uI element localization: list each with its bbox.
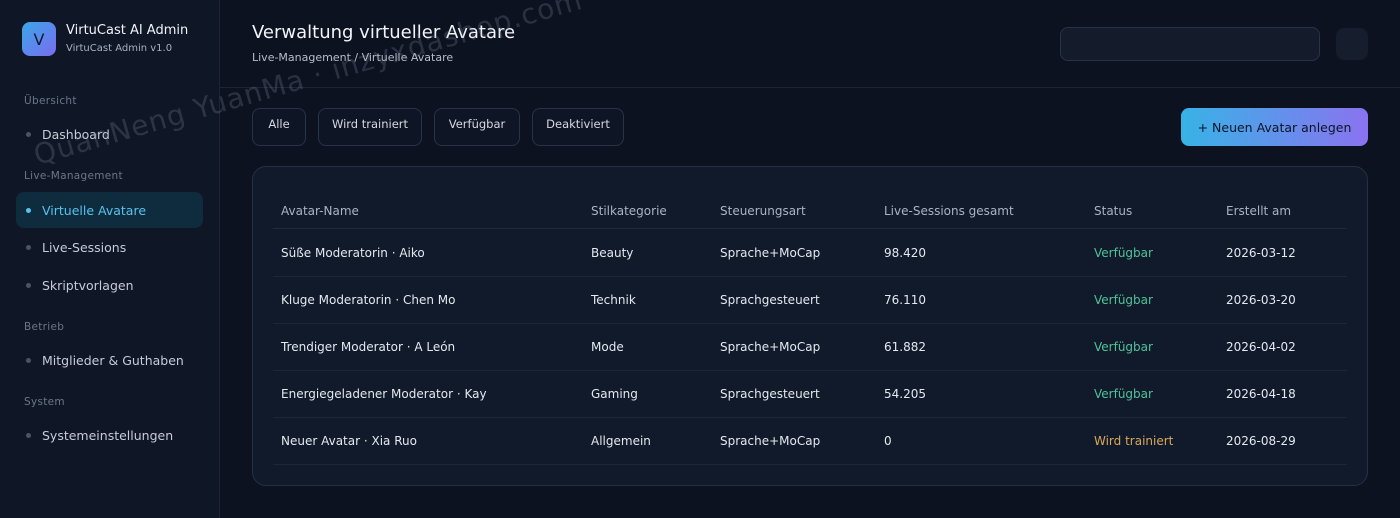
- avatar-table: Avatar-Name Stilkategorie Steuerungsart …: [252, 166, 1368, 486]
- sidebar-item-label: Dashboard: [42, 126, 110, 142]
- table-header: Avatar-Name Stilkategorie Steuerungsart …: [273, 193, 1347, 229]
- column-header[interactable]: Stilkategorie: [591, 204, 667, 218]
- app-root: V VirtuCast AI Admin VirtuCast Admin v1.…: [0, 0, 1400, 518]
- cell-avatar-name: Neuer Avatar · Xia Ruo: [281, 434, 417, 448]
- table-row[interactable]: Neuer Avatar · Xia Ruo Allgemein Sprache…: [273, 418, 1347, 465]
- cell-sessions: 98.420: [884, 246, 926, 260]
- status-badge: Verfügbar: [1094, 246, 1153, 260]
- sidebar-item-label: Systemeinstellungen: [42, 427, 174, 443]
- sidebar-item-label: Live-Sessions: [42, 239, 127, 255]
- nav-section-uebersicht: Übersicht: [24, 95, 77, 107]
- sidebar: V VirtuCast AI Admin VirtuCast Admin v1.…: [0, 0, 220, 518]
- filter-verfuegbar-button[interactable]: Verfügbar: [434, 108, 520, 146]
- nav-section-system: System: [24, 396, 65, 408]
- page-title: Verwaltung virtueller Avatare: [252, 22, 516, 43]
- brand-logo: V: [22, 22, 56, 56]
- status-badge: Verfügbar: [1094, 340, 1153, 354]
- cell-avatar-name: Energiegeladener Moderator · Kay: [281, 387, 487, 401]
- table-row[interactable]: Trendiger Moderator · A León Mode Sprach…: [273, 324, 1347, 371]
- cell-created: 2026-04-18: [1226, 387, 1296, 401]
- bullet-icon: [26, 357, 31, 363]
- table-row[interactable]: Süße Moderatorin · Aiko Beauty Sprache+M…: [273, 230, 1347, 277]
- search-input[interactable]: [1060, 27, 1320, 61]
- column-header[interactable]: Live-Sessions gesamt: [884, 204, 1014, 218]
- cell-control: Sprachgesteuert: [720, 293, 820, 307]
- sidebar-item-dashboard[interactable]: Dashboard: [16, 116, 203, 152]
- main-content: Verwaltung virtueller Avatare Live-Manag…: [220, 0, 1400, 518]
- cell-style: Gaming: [591, 387, 638, 401]
- bullet-icon: [26, 282, 31, 288]
- sidebar-item-live-sessions[interactable]: Live-Sessions: [16, 229, 203, 265]
- nav-section-live-management: Live-Management: [24, 170, 123, 182]
- status-badge: Wird trainiert: [1094, 434, 1174, 448]
- cell-style: Beauty: [591, 246, 634, 260]
- filter-alle-button[interactable]: Alle: [252, 108, 306, 146]
- sidebar-item-skriptvorlagen[interactable]: Skriptvorlagen: [16, 267, 203, 303]
- cell-sessions: 76.110: [884, 293, 926, 307]
- cell-avatar-name: Süße Moderatorin · Aiko: [281, 246, 425, 260]
- cell-style: Mode: [591, 340, 624, 354]
- cell-created: 2026-08-29: [1226, 434, 1296, 448]
- brand: V VirtuCast AI Admin VirtuCast Admin v1.…: [22, 22, 188, 56]
- bullet-icon: [26, 244, 31, 250]
- cell-control: Sprache+MoCap: [720, 246, 821, 260]
- cell-sessions: 54.205: [884, 387, 926, 401]
- bullet-icon: [26, 207, 31, 213]
- bullet-icon: [26, 432, 31, 438]
- add-avatar-button[interactable]: + Neuen Avatar anlegen: [1181, 108, 1368, 146]
- header-action-button[interactable]: [1336, 28, 1368, 60]
- brand-subtitle: VirtuCast Admin v1.0: [66, 42, 173, 54]
- filter-deaktiviert-button[interactable]: Deaktiviert: [532, 108, 624, 146]
- page-header: Verwaltung virtueller Avatare Live-Manag…: [220, 0, 1400, 88]
- column-header[interactable]: Erstellt am: [1226, 204, 1291, 218]
- sidebar-item-systemeinstellungen[interactable]: Systemeinstellungen: [16, 417, 203, 453]
- table-row[interactable]: Kluge Moderatorin · Chen Mo Technik Spra…: [273, 277, 1347, 324]
- status-badge: Verfügbar: [1094, 387, 1153, 401]
- filter-wird-trainiert-button[interactable]: Wird trainiert: [318, 108, 422, 146]
- sidebar-item-label: Mitglieder & Guthaben: [42, 352, 184, 368]
- sidebar-item-label: Virtuelle Avatare: [42, 202, 147, 218]
- cell-avatar-name: Trendiger Moderator · A León: [281, 340, 456, 354]
- sidebar-item-mitglieder[interactable]: Mitglieder & Guthaben: [16, 342, 203, 378]
- cell-sessions: 61.882: [884, 340, 926, 354]
- cell-created: 2026-04-02: [1226, 340, 1296, 354]
- cell-style: Technik: [591, 293, 636, 307]
- table-row[interactable]: Energiegeladener Moderator · Kay Gaming …: [273, 371, 1347, 418]
- sidebar-item-label: Skriptvorlagen: [42, 277, 134, 293]
- column-header[interactable]: Status: [1094, 204, 1132, 218]
- cell-created: 2026-03-12: [1226, 246, 1296, 260]
- cell-avatar-name: Kluge Moderatorin · Chen Mo: [281, 293, 456, 307]
- bullet-icon: [26, 131, 31, 137]
- cell-sessions: 0: [884, 434, 892, 448]
- breadcrumb: Live-Management / Virtuelle Avatare: [252, 51, 454, 64]
- cell-control: Sprache+MoCap: [720, 340, 821, 354]
- brand-title: VirtuCast AI Admin: [66, 22, 189, 38]
- sidebar-item-virtuelle-avatare[interactable]: Virtuelle Avatare: [16, 192, 203, 228]
- nav-section-betrieb: Betrieb: [24, 321, 65, 333]
- cell-control: Sprachgesteuert: [720, 387, 820, 401]
- cell-control: Sprache+MoCap: [720, 434, 821, 448]
- column-header[interactable]: Avatar-Name: [281, 204, 359, 218]
- cell-style: Allgemein: [591, 434, 651, 448]
- column-header[interactable]: Steuerungsart: [720, 204, 806, 218]
- cell-created: 2026-03-20: [1226, 293, 1296, 307]
- status-badge: Verfügbar: [1094, 293, 1153, 307]
